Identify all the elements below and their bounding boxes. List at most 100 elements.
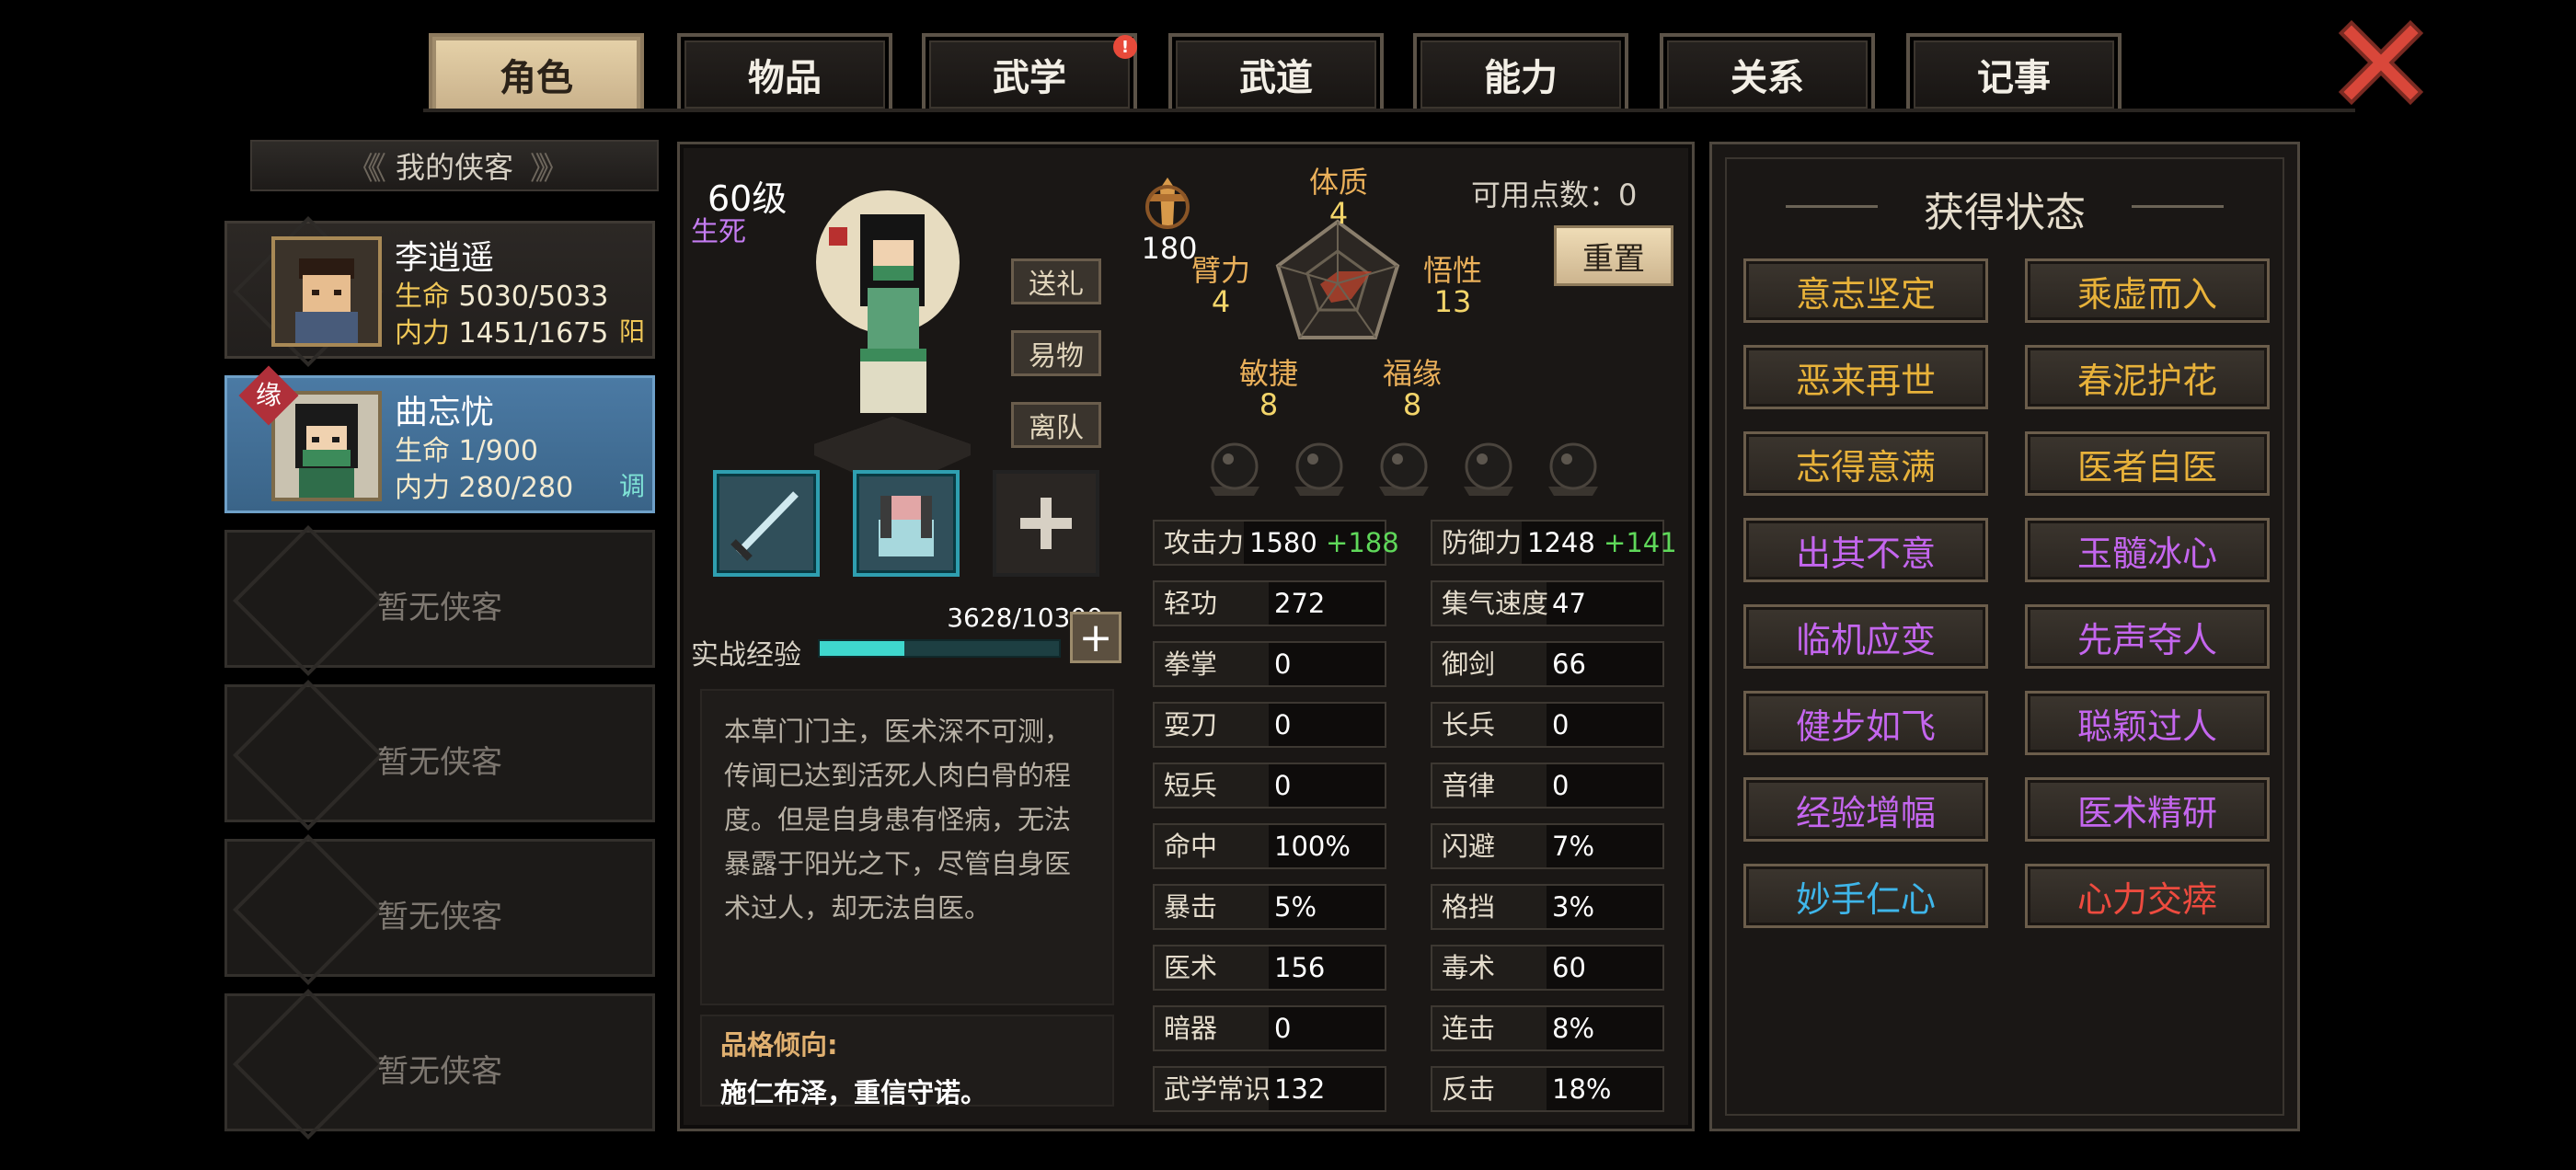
- trade-button[interactable]: 易物: [1011, 330, 1101, 376]
- roster-slot-empty[interactable]: 暂无侠客: [224, 988, 655, 1141]
- tab-label: 武道: [1239, 57, 1313, 99]
- attribute-name: 反击: [1432, 1068, 1547, 1110]
- roster-slot-2[interactable]: 缘 曲忘忧 生命 1/900 内力 280/280 调: [224, 365, 655, 513]
- hp-label: 生命: [395, 435, 450, 467]
- hp-label: 生命: [395, 281, 450, 313]
- attribute-row: 反击 18%: [1431, 1066, 1664, 1112]
- mp-line: 内力 1451/1675: [395, 310, 608, 350]
- tab-items[interactable]: 物品: [677, 33, 892, 112]
- attribute-value: 0: [1274, 770, 1292, 801]
- status-effect-button[interactable]: 恶来再世: [1743, 345, 1988, 409]
- status-effect-button[interactable]: 春泥护花: [2025, 345, 2270, 409]
- reset-button[interactable]: 重置: [1554, 225, 1673, 286]
- stat-constitution: 体质 4: [1308, 165, 1368, 231]
- roster-slot-empty[interactable]: 暂无侠客: [224, 524, 655, 677]
- attribute-name: 闪避: [1432, 825, 1547, 867]
- tab-martial-arts[interactable]: 武学!: [922, 33, 1137, 112]
- attribute-row: 拳掌 0: [1153, 641, 1386, 687]
- status-panel-title: 获得状态: [1924, 189, 2086, 236]
- tab-relations[interactable]: 关系: [1660, 33, 1875, 112]
- attribute-row: 音律 0: [1431, 763, 1664, 809]
- status-effect-button[interactable]: 医者自医: [2025, 431, 2270, 496]
- sword-emblem-icon: [1145, 178, 1190, 229]
- gift-button[interactable]: 送礼: [1011, 258, 1101, 304]
- roster-slot-empty[interactable]: 暂无侠客: [224, 833, 655, 986]
- status-effect-button[interactable]: 妙手仁心: [1743, 864, 1988, 928]
- attribute-value: 1248 +141: [1527, 527, 1677, 558]
- attribute-name: 毒术: [1432, 946, 1547, 989]
- attribute-value: 66: [1552, 648, 1586, 680]
- attribute-value: 0: [1274, 709, 1292, 740]
- socket-orb-icon[interactable]: [1456, 439, 1521, 498]
- tab-abilities[interactable]: 能力: [1413, 33, 1628, 112]
- tab-character[interactable]: 角色: [429, 33, 644, 112]
- socket-orb-icon[interactable]: [1202, 439, 1267, 498]
- alignment-tag: 阳: [618, 316, 645, 347]
- attribute-name: 音律: [1432, 764, 1547, 807]
- stat-agility: 敏捷 8: [1238, 356, 1298, 422]
- status-effect-button[interactable]: 先声夺人: [2025, 604, 2270, 669]
- status-effect-button[interactable]: 心力交瘁: [2025, 864, 2270, 928]
- attribute-value: 47: [1552, 588, 1586, 619]
- attribute-name: 耍刀: [1155, 704, 1269, 746]
- socket-orb-icon[interactable]: [1287, 439, 1351, 498]
- roster-title: 我的侠客: [395, 150, 513, 185]
- mp-value: 280/280: [458, 472, 574, 504]
- status-effect-button[interactable]: 乘虚而入: [2025, 258, 2270, 323]
- tab-label: 武学: [993, 57, 1066, 99]
- character-panel: 60级 生死 送礼 易物 离队 实战经验 3628/10300 + 本草门门主，…: [677, 142, 1695, 1131]
- attribute-row: 暗器 0: [1153, 1005, 1386, 1051]
- attribute-name: 防御力: [1432, 522, 1523, 564]
- tab-divider: [423, 109, 2355, 112]
- attribute-value: 272: [1274, 588, 1326, 619]
- leave-party-button[interactable]: 离队: [1011, 402, 1101, 448]
- roster-slot-empty[interactable]: 暂无侠客: [224, 679, 655, 832]
- chevron-left-icon: 《《: [346, 150, 386, 188]
- attribute-value: 0: [1552, 770, 1570, 801]
- attribute-value: 60: [1552, 952, 1586, 983]
- status-effect-button[interactable]: 出其不意: [1743, 518, 1988, 582]
- attribute-name: 长兵: [1432, 704, 1547, 746]
- attribute-name: 武学常识: [1155, 1068, 1271, 1110]
- close-x-icon[interactable]: [2337, 18, 2425, 107]
- roster-slot-1[interactable]: 李逍遥 生命 5030/5033 内力 1451/1675 阳: [224, 215, 655, 368]
- attribute-row: 短兵 0: [1153, 763, 1386, 809]
- armor-slot[interactable]: [853, 470, 960, 577]
- tab-martial-way[interactable]: 武道: [1168, 33, 1384, 112]
- socket-orb-icon[interactable]: [1372, 439, 1436, 498]
- status-effect-button[interactable]: 志得意满: [1743, 431, 1988, 496]
- attribute-value: 132: [1274, 1073, 1326, 1105]
- add-equipment-slot[interactable]: [993, 470, 1099, 577]
- attribute-value: 0: [1552, 709, 1570, 740]
- stat-strength: 臂力 4: [1190, 253, 1250, 319]
- status-effect-button[interactable]: 临机应变: [1743, 604, 1988, 669]
- status-effect-button[interactable]: 玉髓冰心: [2025, 518, 2270, 582]
- plus-icon: [1020, 498, 1072, 549]
- socket-orb-icon[interactable]: [1541, 439, 1605, 498]
- hp-value: 5030/5033: [458, 281, 609, 313]
- add-exp-button[interactable]: +: [1070, 612, 1121, 663]
- tab-journal[interactable]: 记事: [1906, 33, 2122, 112]
- status-effect-button[interactable]: 聪颖过人: [2025, 691, 2270, 755]
- hp-value: 1/900: [458, 435, 539, 467]
- attribute-row: 长兵 0: [1431, 702, 1664, 748]
- status-effect-button[interactable]: 经验增幅: [1743, 777, 1988, 842]
- attribute-value: 8%: [1552, 1013, 1595, 1044]
- attribute-row: 集气速度 47: [1431, 580, 1664, 626]
- attribute-name: 御剑: [1432, 643, 1547, 685]
- character-name: 曲忘忧: [395, 394, 495, 431]
- attribute-row: 医术 156: [1153, 945, 1386, 991]
- status-effect-button[interactable]: 意志坚定: [1743, 258, 1988, 323]
- empty-slot-label: 暂无侠客: [377, 1053, 502, 1090]
- status-effect-button[interactable]: 健步如飞: [1743, 691, 1988, 755]
- status-effect-button[interactable]: 医术精研: [2025, 777, 2270, 842]
- attribute-name: 格挡: [1432, 886, 1547, 928]
- trait-box: 品格倾向: 施仁布泽，重信守诺。: [700, 1015, 1114, 1108]
- chevron-right-icon: 》》: [530, 150, 569, 188]
- attribute-row: 暴击 5%: [1153, 884, 1386, 930]
- weapon-slot[interactable]: [713, 470, 820, 577]
- attribute-name: 短兵: [1155, 764, 1269, 807]
- tab-label: 角色: [500, 57, 573, 99]
- attribute-name: 医术: [1155, 946, 1269, 989]
- exp-progress-bar: [818, 639, 1061, 658]
